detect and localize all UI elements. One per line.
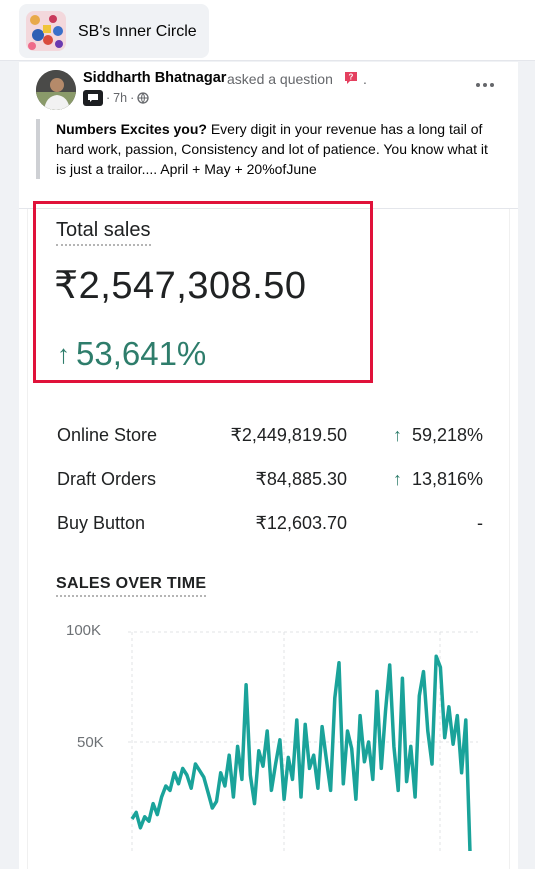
series-line (130, 654, 472, 851)
sales-line-chart (128, 631, 478, 851)
